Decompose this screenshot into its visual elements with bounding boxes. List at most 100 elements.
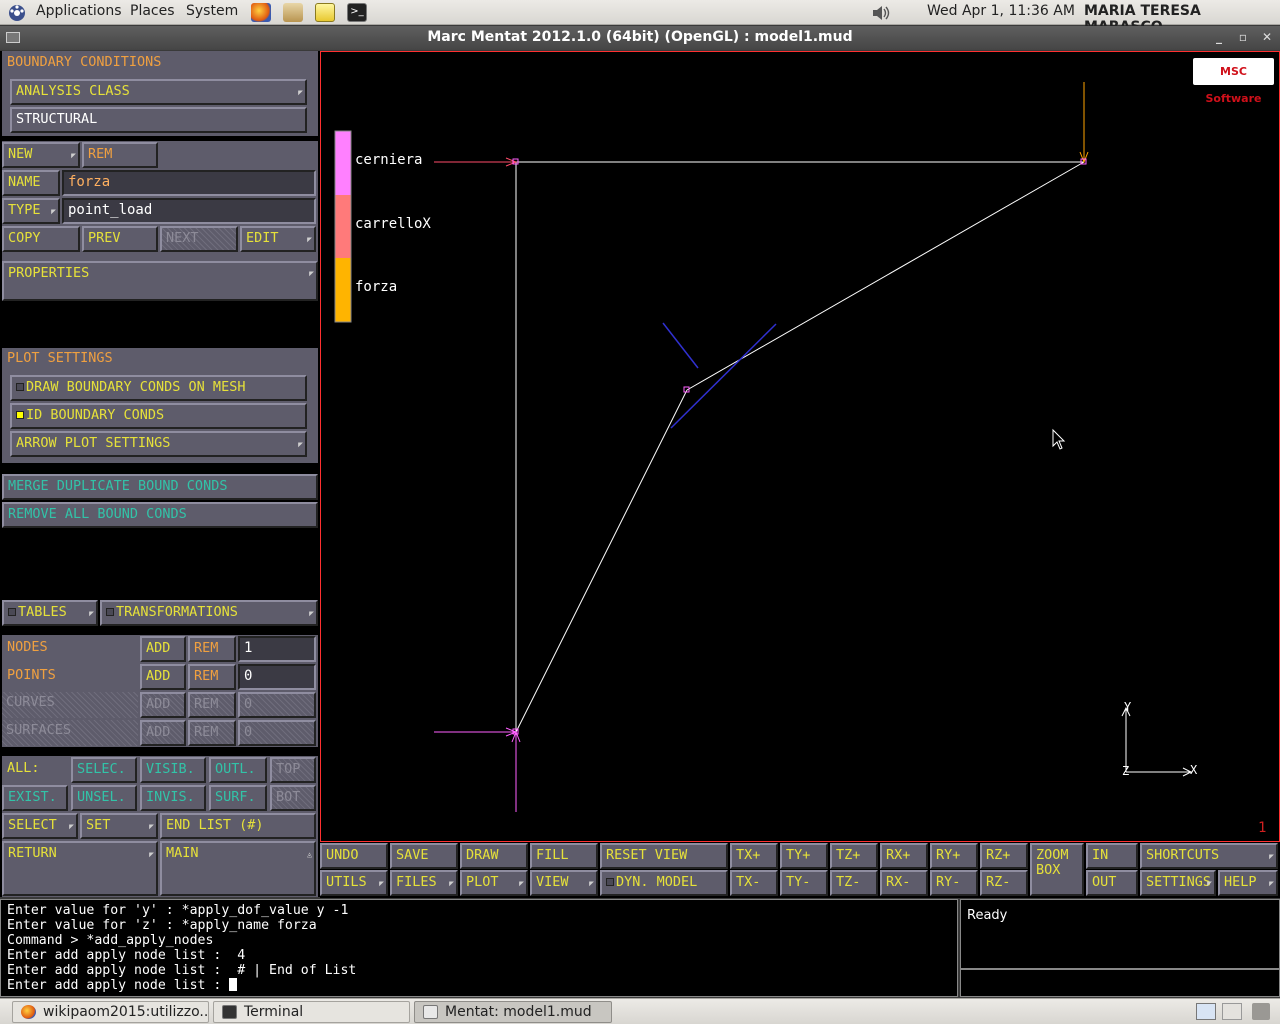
set-button[interactable]: SET ◤: [80, 813, 158, 839]
command-input-line[interactable]: Enter add apply node list :: [7, 978, 356, 993]
draw-button[interactable]: DRAW: [460, 843, 528, 869]
utils-button[interactable]: UTILS ◤: [320, 870, 388, 896]
console-output: Enter value for 'y' : *apply_dof_value y…: [7, 903, 356, 993]
tx-plus-button[interactable]: TX+: [730, 843, 778, 869]
axis-z-label: Z: [1122, 764, 1129, 778]
submenu-arrow-icon: ◤: [1269, 879, 1274, 888]
nodes-add-button[interactable]: ADD: [140, 636, 186, 662]
set-label: SET: [86, 817, 111, 833]
properties-button[interactable]: PROPERTIES ◤: [2, 261, 318, 301]
task-mentat[interactable]: Mentat: model1.mud: [414, 1001, 612, 1023]
workspace-1-icon[interactable]: [1196, 1003, 1216, 1020]
tables-button[interactable]: TABLES ◤: [2, 600, 98, 626]
undo-button[interactable]: UNDO: [320, 843, 388, 869]
plot-button[interactable]: PLOT ◤: [460, 870, 528, 896]
clock[interactable]: Wed Apr 1, 11:36 AM: [927, 3, 1075, 19]
id-bc-label: ID BOUNDARY CONDS: [26, 407, 165, 423]
select-label: SELECT: [8, 817, 57, 833]
tables-label: TABLES: [18, 604, 67, 620]
name-button[interactable]: NAME: [2, 170, 60, 196]
save-button[interactable]: SAVE: [390, 843, 458, 869]
end-list-button[interactable]: END LIST (#): [160, 813, 316, 839]
select-button[interactable]: SELECT ◤: [2, 813, 78, 839]
ry-plus-button[interactable]: RY+: [930, 843, 978, 869]
remove-all-bc-button[interactable]: REMOVE ALL BOUND CONDS: [2, 502, 318, 528]
zoom-box-button[interactable]: ZOOM BOX: [1030, 843, 1084, 896]
checkbox-checked-icon: [16, 411, 24, 419]
tz-plus-button[interactable]: TZ+: [830, 843, 878, 869]
return-button[interactable]: RETURN ◤: [2, 841, 158, 896]
reset-view-button[interactable]: RESET VIEW: [600, 843, 728, 869]
files-button[interactable]: FILES ◤: [390, 870, 458, 896]
type-button[interactable]: TYPE ◤: [2, 198, 60, 224]
arrow-plot-settings-button[interactable]: ARROW PLOT SETTINGS ◤: [10, 431, 307, 457]
firefox-icon[interactable]: [251, 3, 271, 22]
ty-minus-button[interactable]: TY-: [780, 870, 828, 896]
minimize-button[interactable]: _: [1210, 28, 1228, 46]
task-firefox[interactable]: wikipaom2015:utilizzo...: [12, 1001, 209, 1023]
maximize-button[interactable]: ▫: [1234, 28, 1252, 46]
rx-plus-button[interactable]: RX+: [880, 843, 928, 869]
selec-button[interactable]: SELEC.: [71, 757, 137, 783]
edit-button[interactable]: EDIT ◤: [240, 226, 316, 252]
points-rem-button[interactable]: REM: [188, 664, 236, 690]
trash-icon[interactable]: [1252, 1003, 1270, 1020]
command-console[interactable]: Enter value for 'y' : *apply_dof_value y…: [0, 899, 958, 997]
legend-label-cerniera: cerniera: [355, 152, 422, 168]
text-editor-icon[interactable]: [315, 3, 335, 22]
name-field[interactable]: forza: [62, 170, 316, 196]
outl-button[interactable]: OUTL.: [209, 757, 267, 783]
menu-system[interactable]: System: [186, 3, 238, 19]
rx-minus-button[interactable]: RX-: [880, 870, 928, 896]
help-button[interactable]: HELP ◤: [1218, 870, 1278, 896]
rem-button[interactable]: REM: [82, 142, 158, 168]
invis-button[interactable]: INVIS.: [140, 785, 206, 811]
ty-plus-button[interactable]: TY+: [780, 843, 828, 869]
tz-minus-button[interactable]: TZ-: [830, 870, 878, 896]
draw-bc-label: DRAW BOUNDARY CONDS ON MESH: [26, 379, 246, 395]
prev-button[interactable]: PREV: [82, 226, 158, 252]
analysis-class-button[interactable]: ANALYSIS CLASS ◤: [10, 79, 307, 105]
nodes-rem-button[interactable]: REM: [188, 636, 236, 662]
visib-button[interactable]: VISIB.: [140, 757, 206, 783]
ry-minus-button[interactable]: RY-: [930, 870, 978, 896]
rz-minus-button[interactable]: RZ-: [980, 870, 1028, 896]
analysis-class-value[interactable]: STRUCTURAL: [10, 107, 307, 133]
zoom-out-button[interactable]: OUT: [1086, 870, 1138, 896]
fill-button[interactable]: FILL: [530, 843, 598, 869]
dyn-model-toggle[interactable]: DYN. MODEL: [600, 870, 728, 896]
graphics-viewport[interactable]: cerniera carrelloX forza X Y Z MSC Softw…: [320, 51, 1280, 842]
settings-label: SETTINGS: [1146, 874, 1212, 890]
view-button[interactable]: VIEW ◤: [530, 870, 598, 896]
points-add-button[interactable]: ADD: [140, 664, 186, 690]
copy-button[interactable]: COPY: [2, 226, 80, 252]
type-field[interactable]: point_load: [62, 198, 316, 224]
unsel-button[interactable]: UNSEL.: [71, 785, 137, 811]
settings-button[interactable]: SETTINGS ◤: [1140, 870, 1216, 896]
terminal-icon[interactable]: >_: [347, 3, 367, 22]
volume-icon[interactable]: [871, 4, 891, 22]
main-button[interactable]: MAIN ◬: [160, 841, 316, 896]
utils-label: UTILS: [326, 874, 367, 890]
task-terminal[interactable]: Terminal: [213, 1001, 410, 1023]
close-button[interactable]: ✕: [1258, 28, 1276, 46]
menu-places[interactable]: Places: [130, 3, 175, 19]
rz-plus-button[interactable]: RZ+: [980, 843, 1028, 869]
file-manager-icon[interactable]: [283, 3, 303, 22]
menu-applications[interactable]: Applications: [36, 3, 122, 19]
merge-duplicate-bc-button[interactable]: MERGE DUPLICATE BOUND CONDS: [2, 474, 318, 500]
shortcuts-button[interactable]: SHORTCUTS ◤: [1140, 843, 1278, 869]
workspace-2-icon[interactable]: [1222, 1003, 1242, 1020]
new-button[interactable]: NEW ◤: [2, 142, 80, 168]
surf-button[interactable]: SURF.: [209, 785, 267, 811]
legend-label-carrellox: carrelloX: [355, 216, 431, 232]
exist-button[interactable]: EXIST.: [2, 785, 68, 811]
zoom-in-button[interactable]: IN: [1086, 843, 1138, 869]
window-titlebar[interactable]: Marc Mentat 2012.1.0 (64bit) (OpenGL) : …: [0, 26, 1280, 50]
transformations-button[interactable]: TRANSFORMATIONS ◤: [100, 600, 318, 626]
id-bc-toggle[interactable]: ID BOUNDARY CONDS: [10, 403, 307, 429]
model-canvas[interactable]: cerniera carrelloX forza X Y Z: [321, 52, 1279, 841]
gnome-foot-icon[interactable]: [7, 3, 27, 23]
draw-bc-on-mesh-toggle[interactable]: DRAW BOUNDARY CONDS ON MESH: [10, 375, 307, 401]
tx-minus-button[interactable]: TX-: [730, 870, 778, 896]
